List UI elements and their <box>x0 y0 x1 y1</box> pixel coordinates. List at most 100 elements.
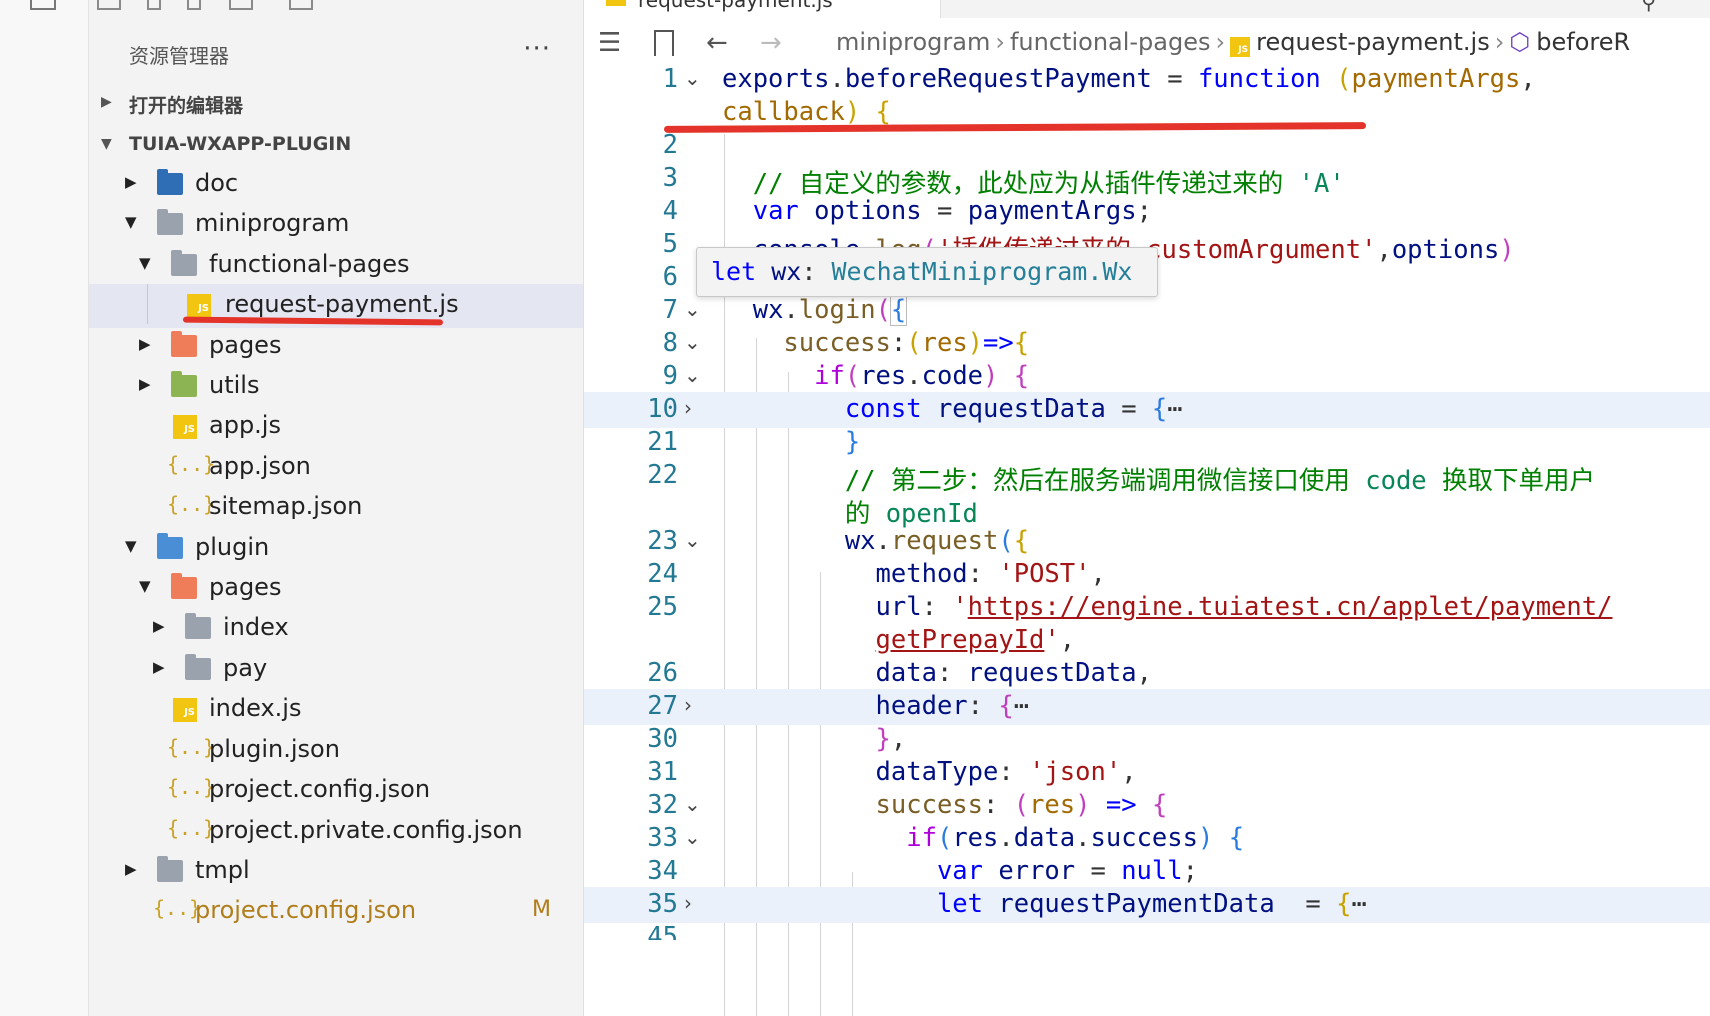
tree-folder-miniprogram[interactable]: ▼ miniprogram <box>89 203 583 247</box>
tree-item-label: tmpl <box>195 856 250 884</box>
tree-file-app-js[interactable]: JS app.js <box>89 405 583 449</box>
tree-file-project-private-config[interactable]: {..} project.private.config.json <box>89 810 583 854</box>
chevron-right-icon[interactable]: › <box>684 693 692 717</box>
tree-file-index-js[interactable]: JS index.js <box>89 688 583 732</box>
pages-folder-icon <box>171 331 197 357</box>
forward-arrow-icon[interactable]: → <box>760 28 782 58</box>
chevron-right-icon: ▶ <box>153 658 165 676</box>
code-line[interactable]: 21 } <box>584 425 1710 461</box>
chevron-right-icon[interactable]: › <box>684 891 692 915</box>
branch-icon[interactable] <box>187 0 201 10</box>
folder-icon <box>185 654 211 680</box>
tree-file-app-json[interactable]: {..} app.json <box>89 446 583 490</box>
chevron-right-icon: ▶ <box>139 335 151 353</box>
tree-item-label: plugin.json <box>209 735 340 763</box>
tree-folder-utils[interactable]: ▶ utils <box>89 365 583 409</box>
code-line[interactable]: 3 // 自定义的参数，此处应为从插件传递过来的 'A' <box>584 161 1710 199</box>
line-number: 27 <box>647 691 678 721</box>
breadcrumb-item[interactable]: request-payment.js <box>1256 28 1490 56</box>
tree-item-label: project.config.json <box>195 896 417 924</box>
json-file-icon: {..} <box>167 452 216 476</box>
tree-item-label: plugin <box>195 533 270 561</box>
back-arrow-icon[interactable]: ← <box>706 28 728 58</box>
chevron-down-icon: ▼ <box>101 136 112 152</box>
project-section[interactable]: ▼ TUIA-WXAPP-PLUGIN <box>89 124 583 166</box>
code-line[interactable]: 的 openId <box>584 491 1710 529</box>
code-line[interactable]: getPrepayId', <box>584 623 1710 659</box>
code-line[interactable]: 7 ⌄ wx.login({ <box>584 293 1710 329</box>
chevron-down-icon[interactable]: ⌄ <box>684 330 701 354</box>
tree-folder-plugin-pages[interactable]: ▼ pages <box>89 567 583 611</box>
bookmark-icon[interactable] <box>654 30 674 56</box>
hover-tooltip: let wx: WechatMiniprogram.Wx <box>696 247 1158 297</box>
chevron-down-icon[interactable]: ⌄ <box>684 792 701 816</box>
js-file-icon: JS <box>173 415 197 439</box>
tree-folder-pages[interactable]: ▶ pages <box>89 325 583 369</box>
tree-folder-doc[interactable]: ▶ doc <box>89 163 583 207</box>
chevron-down-icon[interactable]: ⌄ <box>684 66 701 90</box>
code-line[interactable]: 45 <box>584 920 1710 940</box>
indent-guide <box>147 284 148 324</box>
code-line[interactable]: 1 ⌄ exports.beforeRequestPayment = funct… <box>584 62 1710 98</box>
code-line[interactable]: 8 ⌄ success:(res)=>{ <box>584 326 1710 362</box>
code-line-folded[interactable]: 27 › header: {⋯ <box>584 689 1710 725</box>
chevron-down-icon: ▼ <box>139 577 151 595</box>
line-number: 35 <box>647 889 678 919</box>
tree-folder-pay[interactable]: ▶ pay <box>89 648 583 692</box>
chevron-down-icon[interactable]: ⌄ <box>684 363 701 387</box>
tree-item-label: functional-pages <box>209 250 410 278</box>
code-line[interactable]: 25 url: 'https://engine.tuiatest.cn/appl… <box>584 590 1710 626</box>
code-line-folded[interactable]: 10 › const requestData = {⋯ <box>584 392 1710 428</box>
compare-icon[interactable]: ⚲ <box>1641 0 1656 14</box>
tree-folder-index[interactable]: ▶ index <box>89 607 583 651</box>
open-editors-section[interactable]: ▶ 打开的编辑器 <box>89 82 583 124</box>
code-line[interactable]: 2 <box>584 128 1710 164</box>
explorer-icon[interactable] <box>30 0 56 10</box>
chevron-down-icon: ▼ <box>125 213 137 231</box>
panel-icon[interactable] <box>289 0 313 10</box>
code-line[interactable]: 24 method: 'POST', <box>584 557 1710 593</box>
open-editors-label: 打开的编辑器 <box>129 95 244 117</box>
files-icon[interactable] <box>97 0 121 10</box>
chevron-right-icon[interactable]: › <box>684 396 692 420</box>
code-line[interactable]: 22 // 第二步：然后在服务端调用微信接口使用 code 换取下单用户 <box>584 458 1710 496</box>
tab-request-payment[interactable]: request-payment.js <box>584 0 941 18</box>
js-file-icon: JS <box>173 698 197 722</box>
chevron-down-icon[interactable]: ⌄ <box>684 825 701 849</box>
doc-folder-icon <box>157 169 183 195</box>
code-line[interactable]: 33 ⌄ if(res.data.success) { <box>584 821 1710 857</box>
code-line[interactable]: 30 }, <box>584 722 1710 758</box>
explorer-title: 资源管理器 <box>129 44 229 68</box>
chevron-down-icon[interactable]: ⌄ <box>684 528 701 552</box>
json-file-icon: {..} <box>167 735 216 759</box>
code-line[interactable]: 31 dataType: 'json', <box>584 755 1710 791</box>
code-line[interactable]: 26 data: requestData, <box>584 656 1710 692</box>
code-line-folded[interactable]: 35 › let requestPaymentData = {⋯ <box>584 887 1710 923</box>
layout-icon[interactable] <box>229 0 253 10</box>
line-number: 3 <box>662 163 678 193</box>
tree-file-plugin-json[interactable]: {..} plugin.json <box>89 729 583 773</box>
breadcrumb-item[interactable]: beforeR <box>1536 28 1630 56</box>
pages-folder-icon <box>171 573 197 599</box>
code-line[interactable]: 9 ⌄ if(res.code) { <box>584 359 1710 395</box>
more-actions-button[interactable]: ··· <box>523 34 551 64</box>
tree-folder-functional-pages[interactable]: ▼ functional-pages <box>89 244 583 288</box>
tree-folder-tmpl[interactable]: ▶ tmpl <box>89 850 583 894</box>
chevron-down-icon[interactable]: ⌄ <box>684 297 701 321</box>
code-line[interactable]: 34 var error = null; <box>584 854 1710 890</box>
breadcrumb-item[interactable]: miniprogram <box>836 28 990 56</box>
tree-file-project-config[interactable]: {..} project.config.json <box>89 769 583 813</box>
tree-file-root-project-config[interactable]: {..} project.config.json M <box>89 890 583 934</box>
tree-folder-plugin[interactable]: ▼ plugin <box>89 527 583 571</box>
line-number: 5 <box>662 229 678 259</box>
outline-list-icon[interactable]: ☰ <box>598 28 621 58</box>
plugin-folder-icon <box>157 533 183 559</box>
git-icon[interactable] <box>147 0 161 10</box>
tree-file-sitemap-json[interactable]: {..} sitemap.json <box>89 486 583 530</box>
code-line[interactable]: 32 ⌄ success: (res) => { <box>584 788 1710 824</box>
breadcrumb-item[interactable]: functional-pages <box>1010 28 1211 56</box>
code-line[interactable]: 23 ⌄ wx.request({ <box>584 524 1710 560</box>
chevron-right-icon: ▶ <box>101 94 112 110</box>
js-file-icon: JS <box>1230 37 1251 57</box>
code-line[interactable]: 4 var options = paymentArgs; <box>584 194 1710 230</box>
